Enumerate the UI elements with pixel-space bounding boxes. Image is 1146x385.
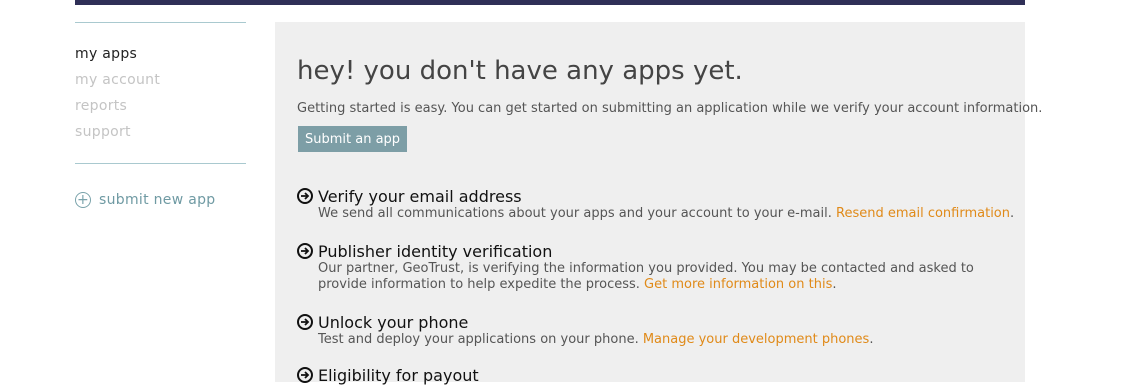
- intro-text: Getting started is easy. You can get sta…: [297, 101, 1043, 116]
- sidebar-divider: [75, 163, 246, 164]
- step-title: Publisher identity verification: [318, 241, 553, 261]
- submit-new-app-link[interactable]: + submit new app: [75, 192, 246, 208]
- submit-app-button[interactable]: Submit an app: [298, 126, 408, 152]
- step-title: Unlock your phone: [318, 312, 469, 332]
- sidebar-item-my-apps[interactable]: my apps: [75, 41, 246, 67]
- step-description: We send all communications about your ap…: [318, 206, 1015, 221]
- step-description: Test and deploy your applications on you…: [318, 332, 874, 347]
- step-title: Eligibility for payout: [318, 365, 479, 385]
- resend-email-link[interactable]: Resend email confirmation: [836, 206, 1010, 221]
- sidebar-item-reports[interactable]: reports: [75, 93, 246, 119]
- arrow-right-circle-icon: [297, 367, 313, 383]
- step-publisher-identity: Publisher identity verification Our part…: [297, 241, 1018, 293]
- sidebar-item-my-account[interactable]: my account: [75, 67, 246, 93]
- step-description: Our partner, GeoTrust, is verifying the …: [318, 261, 974, 292]
- step-verify-email: Verify your email address We send all co…: [297, 186, 1018, 222]
- main-panel: hey! you don't have any apps yet. Gettin…: [275, 22, 1042, 385]
- page-title: hey! you don't have any apps yet.: [297, 56, 743, 86]
- submit-new-app-label: submit new app: [99, 192, 216, 208]
- step-title: Verify your email address: [318, 186, 522, 206]
- top-banner-bar: [75, 0, 1025, 5]
- sidebar: my apps my account reports support + sub…: [75, 22, 246, 208]
- plus-circle-icon: +: [75, 192, 91, 208]
- arrow-right-circle-icon: [297, 314, 313, 330]
- step-unlock-phone: Unlock your phone Test and deploy your a…: [297, 312, 1018, 348]
- more-information-link[interactable]: Get more information on this: [644, 277, 832, 292]
- sidebar-item-support[interactable]: support: [75, 119, 246, 145]
- arrow-right-circle-icon: [297, 188, 313, 204]
- manage-phones-link[interactable]: Manage your development phones: [643, 332, 869, 347]
- arrow-right-circle-icon: [297, 243, 313, 259]
- step-eligibility-payout: Eligibility for payout: [297, 365, 479, 385]
- sidebar-nav: my apps my account reports support: [75, 41, 246, 145]
